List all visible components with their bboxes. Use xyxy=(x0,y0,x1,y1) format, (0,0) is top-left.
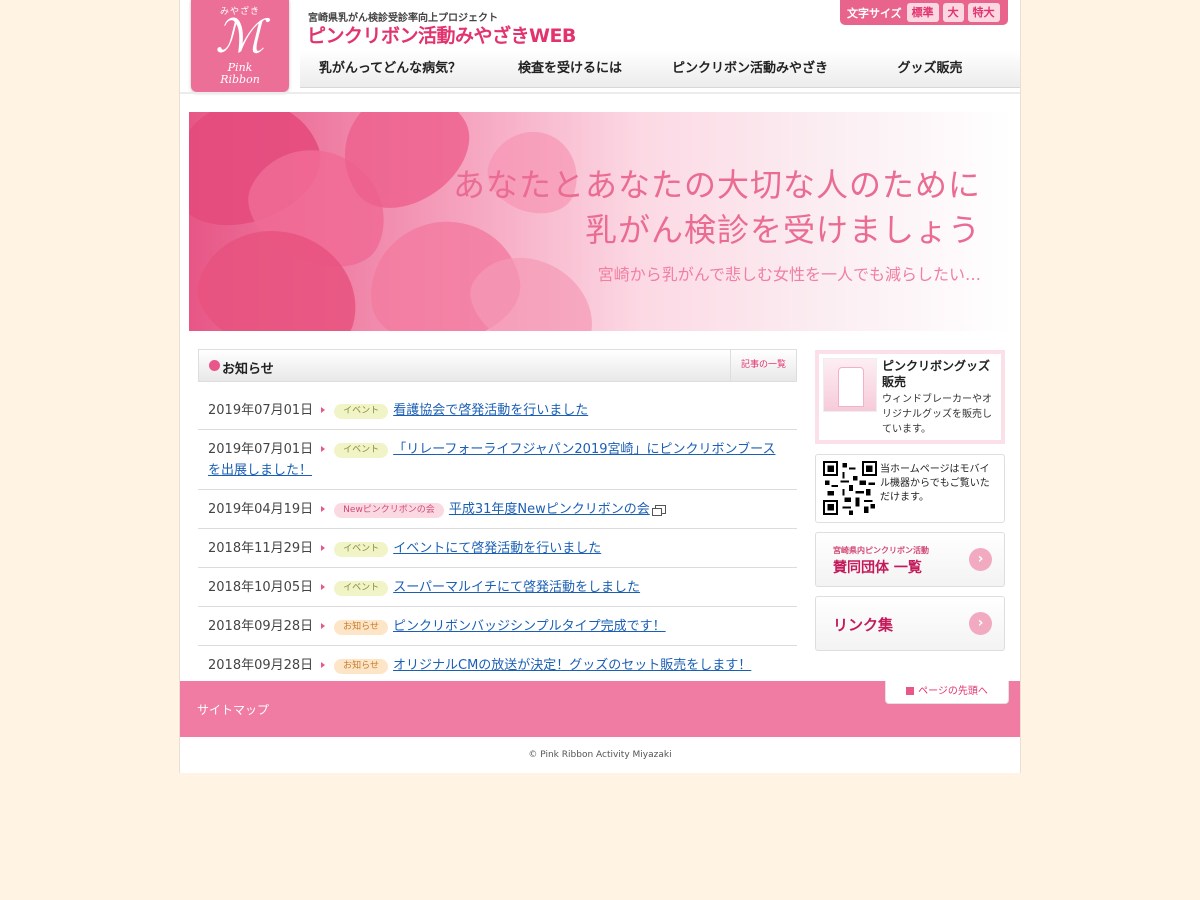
news-title: お知らせ xyxy=(222,362,274,377)
news-date: 2019年04月19日 xyxy=(208,502,314,517)
logo-ribbon-mark: ℳ xyxy=(215,9,265,63)
copyright: © Pink Ribbon Activity Miyazaki xyxy=(528,750,672,760)
hero-catchcopy-line1: あなたとあなたの大切な人のために xyxy=(452,166,981,204)
font-size-large-button[interactable]: 大 xyxy=(942,3,964,22)
goods-description-line: ウィンドブレーカーやオ xyxy=(882,394,992,405)
header-divider xyxy=(180,92,1020,94)
page-container: みやざき ℳ Pink Ribbon 宮崎県乳がん検診受診率向上プロジェクト ピ… xyxy=(179,0,1021,773)
triangle-bullet-icon xyxy=(321,584,326,590)
font-size-xlarge-button[interactable]: 特大 xyxy=(967,3,1000,22)
triangle-bullet-icon xyxy=(321,506,326,512)
news-item: 2018年09月28日 お知らせ オリジナルCMの放送が決定！グッズのセット販売をし… xyxy=(198,646,797,685)
font-size-standard-button[interactable]: 標準 xyxy=(906,3,939,22)
news-category-badge: イベント xyxy=(334,581,389,596)
triangle-bullet-icon xyxy=(321,623,326,629)
page-top-button[interactable]: ページの先頭へ xyxy=(885,681,1009,704)
news-item: 2019年07月01日 イベント 看護協会で啓発活動を行いました xyxy=(198,391,797,430)
hero-banner: あなたとあなたの大切な人のために 乳がん検診を受けましょう 宮崎から乳がんで悲し… xyxy=(189,112,1011,331)
site-title[interactable]: ピンクリボン活動みやざきWEB xyxy=(307,21,576,48)
sitemap-link[interactable]: サイトマップ xyxy=(197,701,269,718)
triangle-bullet-icon xyxy=(321,545,326,551)
news-link[interactable]: 看護協会で啓発活動を行いました xyxy=(393,403,588,418)
triangle-bullet-icon xyxy=(321,662,326,668)
nav-item-about-cancer[interactable]: 乳がんってどんな病気？ xyxy=(300,50,480,87)
news-category-badge: お知らせ xyxy=(334,620,388,635)
news-date: 2018年09月28日 xyxy=(208,619,314,634)
goods-description-line: ています。 xyxy=(882,424,931,435)
global-nav: 乳がんってどんな病気？ 検査を受けるには ピンクリボン活動みやざき グッズ販売 xyxy=(300,50,1020,88)
triangle-bullet-icon xyxy=(321,407,326,413)
page-top-label: ページの先頭へ xyxy=(918,686,988,697)
site-logo[interactable]: みやざき ℳ Pink Ribbon xyxy=(191,0,289,92)
footer: サイトマップ ページの先頭へ xyxy=(180,681,1020,737)
arrow-up-icon xyxy=(906,687,915,695)
goods-title-line1: ピンクリボングッズ xyxy=(882,359,991,373)
news-link[interactable]: ピンクリボンバッジシンプルタイプ完成です！ xyxy=(393,619,666,634)
sidebar: ピンクリボングッズ 販売 ウィンドブレーカーやオ リジナルグッズを販売し ていま… xyxy=(815,350,1005,651)
news-date: 2019年07月01日 xyxy=(208,403,314,418)
news-item: 2019年04月19日 Newピンクリボンの会 平成31年度Newピンクリボンの会 xyxy=(198,490,797,529)
mobile-info-box: 当ホームページはモバイ ル機器からでもご覧いた だけます。 xyxy=(815,454,1005,523)
news-date: 2018年10月05日 xyxy=(208,580,314,595)
news-more-link[interactable]: 記事の一覧 xyxy=(729,350,796,381)
news-category-badge: お知らせ xyxy=(334,659,388,674)
supporters-list-button[interactable]: 宮崎県内ピンクリボン活動 賛同団体 一覧 › xyxy=(815,532,1005,587)
news-category-badge: イベント xyxy=(334,443,389,458)
news-link[interactable]: イベントにて啓発活動を行いました xyxy=(393,541,601,556)
news-item: 2018年10月05日 イベント スーパーマルイチにて啓発活動をしました xyxy=(198,568,797,607)
news-link[interactable]: スーパーマルイチにて啓発活動をしました xyxy=(393,580,640,595)
nav-item-screening[interactable]: 検査を受けるには xyxy=(480,50,660,87)
supporters-label: 賛同団体 一覧 xyxy=(833,560,922,576)
supporters-caption: 宮崎県内ピンクリボン活動 xyxy=(833,546,929,555)
news-link[interactable]: オリジナルCMの放送が決定！グッズのセット販売をします！ xyxy=(393,658,751,673)
external-window-icon xyxy=(651,505,666,516)
goods-banner[interactable]: ピンクリボングッズ 販売 ウィンドブレーカーやオ リジナルグッズを販売し ていま… xyxy=(815,350,1005,444)
news-item: 2018年11月29日 イベント イベントにて啓発活動を行いました xyxy=(198,529,797,568)
triangle-bullet-icon xyxy=(321,446,326,452)
hero-subcopy: 宮崎から乳がんで悲しむ女性を一人でも減らしたい… xyxy=(597,265,981,284)
news-category-badge: イベント xyxy=(334,542,389,557)
links-label: リンク集 xyxy=(833,616,894,634)
links-button[interactable]: リンク集 › xyxy=(815,596,1005,651)
logo-text-ribbon: Ribbon xyxy=(220,73,260,86)
news-list: 2019年07月01日 イベント 看護協会で啓発活動を行いました 2019年07月01… xyxy=(198,391,797,685)
news-category-badge: イベント xyxy=(334,404,389,419)
chevron-right-icon: › xyxy=(969,548,992,571)
mobile-description: 当ホームページはモバイ ル機器からでもご覧いた だけます。 xyxy=(880,463,1000,505)
hero-catchcopy-line2: 乳がん検診を受けましょう xyxy=(584,211,981,249)
jacket-icon xyxy=(838,367,864,407)
news-item: 2018年09月28日 お知らせ ピンクリボンバッジシンプルタイプ完成です！ xyxy=(198,607,797,646)
nav-item-goods[interactable]: グッズ販売 xyxy=(840,50,1020,87)
goods-title: ピンクリボングッズ 販売 xyxy=(882,358,990,390)
goods-description-line: リジナルグッズを販売し xyxy=(882,409,992,420)
news-category-badge: Newピンクリボンの会 xyxy=(334,503,444,518)
news-date: 2019年07月01日 xyxy=(208,442,314,457)
mobile-description-line: 当ホームページはモバイ xyxy=(880,464,990,475)
qr-code-icon xyxy=(823,461,877,515)
news-date: 2018年09月28日 xyxy=(208,658,314,673)
mobile-description-line: だけます。 xyxy=(880,492,929,503)
windbreaker-thumbnail xyxy=(823,358,877,412)
news-section: お知らせ 記事の一覧 2019年07月01日 イベント 看護協会で啓発活動を行いまし… xyxy=(198,349,797,685)
bullet-dot-icon xyxy=(209,360,220,371)
news-link[interactable]: 平成31年度Newピンクリボンの会 xyxy=(449,502,650,517)
font-size-switcher: 文字サイズ 標準 大 特大 xyxy=(840,0,1008,25)
goods-title-line2: 販売 xyxy=(882,375,907,389)
goods-description: ウィンドブレーカーやオ リジナルグッズを販売し ています。 xyxy=(882,392,1002,437)
news-header: お知らせ 記事の一覧 xyxy=(198,349,797,382)
news-item: 2019年07月01日 イベント 「リレーフォーライフジャパン2019宮崎」にピンク… xyxy=(198,430,797,490)
nav-item-activities[interactable]: ピンクリボン活動みやざき xyxy=(660,50,840,87)
news-date: 2018年11月29日 xyxy=(208,541,314,556)
chevron-right-icon: › xyxy=(969,612,992,635)
font-size-label: 文字サイズ xyxy=(847,6,902,20)
mobile-description-line: ル機器からでもご覧いた xyxy=(880,478,990,489)
